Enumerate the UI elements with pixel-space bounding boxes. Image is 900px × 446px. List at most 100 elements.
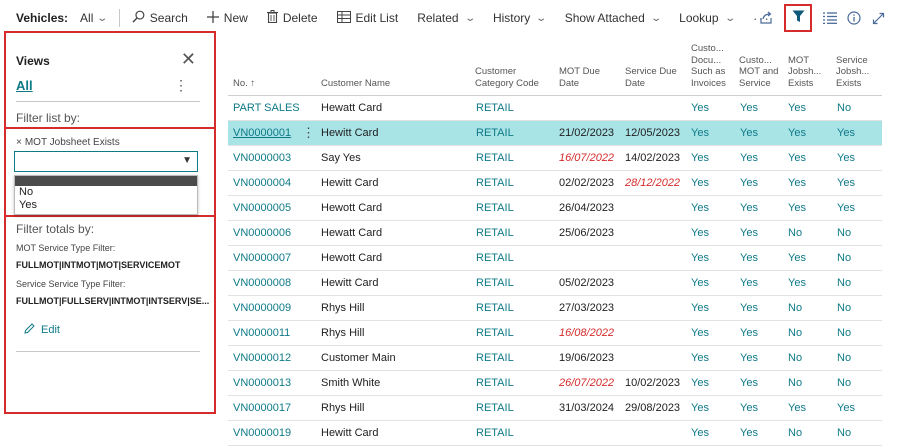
cell-docs[interactable]: Yes bbox=[691, 252, 709, 264]
col-header-customer-mot-and-service[interactable]: Custo... MOT and Service bbox=[739, 55, 779, 90]
cell-no[interactable]: VN0000019 bbox=[233, 427, 291, 439]
view-all-link[interactable]: All bbox=[16, 78, 33, 93]
table-row[interactable]: VN0000013 Smith White RETAIL 26/07/2022 10/0… bbox=[228, 371, 882, 396]
cell-no[interactable]: VN0000006 bbox=[233, 227, 291, 239]
cell-svcjob[interactable]: No bbox=[837, 327, 851, 339]
cell-docs[interactable]: Yes bbox=[691, 127, 709, 139]
cell-no[interactable]: VN0000013 bbox=[233, 377, 291, 389]
cell-docs[interactable]: Yes bbox=[691, 427, 709, 439]
cell-motsvc[interactable]: Yes bbox=[740, 252, 758, 264]
share-icon[interactable] bbox=[754, 6, 778, 30]
mot-service-type-filter-value[interactable]: FULLMOT|INTMOT|MOT|SERVICEMOT bbox=[16, 260, 180, 270]
info-icon[interactable] bbox=[842, 6, 866, 30]
cell-docs[interactable]: Yes bbox=[691, 227, 709, 239]
cell-cat[interactable]: RETAIL bbox=[476, 152, 514, 164]
edit-list-button[interactable]: Edit List bbox=[336, 10, 398, 26]
cell-no[interactable]: VN0000009 bbox=[233, 302, 291, 314]
cell-docs[interactable]: Yes bbox=[691, 177, 709, 189]
close-icon[interactable]: ✕ bbox=[181, 50, 196, 68]
cell-motjob[interactable]: Yes bbox=[788, 152, 806, 164]
cell-docs[interactable]: Yes bbox=[691, 277, 709, 289]
cell-svcjob[interactable]: No bbox=[837, 277, 851, 289]
table-row[interactable]: VN0000006 Hewatt Card RETAIL 25/06/2023 Yes Y… bbox=[228, 221, 882, 246]
view-more-icon[interactable]: ⋮ bbox=[174, 77, 188, 94]
col-header-customer-name[interactable]: Customer Name bbox=[321, 78, 390, 90]
cell-motjob[interactable]: Yes bbox=[788, 202, 806, 214]
dropdown-option-blank[interactable] bbox=[15, 176, 197, 186]
service-service-type-filter-value[interactable]: FULLMOT|FULLSERV|INTMOT|INTSERV|SE... bbox=[16, 296, 209, 306]
cell-motjob[interactable]: Yes bbox=[788, 402, 806, 414]
table-row[interactable]: VN0000007 Hewott Card RETAIL Yes Yes Yes No bbox=[228, 246, 882, 271]
history-menu[interactable]: History ⌄ bbox=[493, 11, 547, 25]
col-header-customer-documents[interactable]: Custo... Docu... Such as Invoices bbox=[691, 43, 731, 89]
cell-docs[interactable]: Yes bbox=[691, 377, 709, 389]
new-button[interactable]: New bbox=[206, 10, 248, 26]
cell-motjob[interactable]: No bbox=[788, 302, 802, 314]
delete-button[interactable]: Delete bbox=[266, 10, 318, 26]
cell-cat[interactable]: RETAIL bbox=[476, 127, 514, 139]
cell-no[interactable]: VN0000005 bbox=[233, 202, 291, 214]
cell-motjob[interactable]: Yes bbox=[788, 177, 806, 189]
filter-pane-toggle[interactable] bbox=[784, 4, 812, 32]
cell-motsvc[interactable]: Yes bbox=[740, 427, 758, 439]
cell-motjob[interactable]: No bbox=[788, 427, 802, 439]
table-row[interactable]: VN0000001 Hewitt Card RETAIL 21/02/2023 12/0… bbox=[228, 121, 882, 146]
cell-motsvc[interactable]: Yes bbox=[740, 227, 758, 239]
cell-motsvc[interactable]: Yes bbox=[740, 177, 758, 189]
cell-cat[interactable]: RETAIL bbox=[476, 177, 514, 189]
cell-cat[interactable]: RETAIL bbox=[476, 302, 514, 314]
cell-motsvc[interactable]: Yes bbox=[740, 102, 758, 114]
cell-cat[interactable]: RETAIL bbox=[476, 327, 514, 339]
table-row[interactable]: VN0000003 Say Yes RETAIL 16/07/2022 14/02/20… bbox=[228, 146, 882, 171]
cell-svcjob[interactable]: No bbox=[837, 427, 851, 439]
cell-motjob[interactable]: Yes bbox=[788, 252, 806, 264]
cell-motjob[interactable]: Yes bbox=[788, 277, 806, 289]
cell-docs[interactable]: Yes bbox=[691, 302, 709, 314]
col-header-mot-due-date[interactable]: MOT Due Date bbox=[559, 66, 611, 89]
cell-no[interactable]: VN0000008 bbox=[233, 277, 291, 289]
table-row[interactable]: VN0000009 Rhys Hill RETAIL 27/03/2023 Yes Yes… bbox=[228, 296, 882, 321]
show-attached-menu[interactable]: Show Attached ⌄ bbox=[565, 11, 662, 25]
cell-motjob[interactable]: No bbox=[788, 327, 802, 339]
cell-motjob[interactable]: No bbox=[788, 377, 802, 389]
cell-no[interactable]: VN0000007 bbox=[233, 252, 291, 264]
cell-cat[interactable]: RETAIL bbox=[476, 102, 514, 114]
cell-no[interactable]: VN0000003 bbox=[233, 152, 291, 164]
cell-motsvc[interactable]: Yes bbox=[740, 402, 758, 414]
cell-svcjob[interactable]: No bbox=[837, 302, 851, 314]
table-row[interactable]: VN0000011 Rhys Hill RETAIL 16/08/2022 Yes Yes… bbox=[228, 321, 882, 346]
table-row[interactable]: VN0000012 Customer Main RETAIL 19/06/2023 Ye… bbox=[228, 346, 882, 371]
cell-cat[interactable]: RETAIL bbox=[476, 402, 514, 414]
cell-motsvc[interactable]: Yes bbox=[740, 352, 758, 364]
cell-docs[interactable]: Yes bbox=[691, 327, 709, 339]
cell-motsvc[interactable]: Yes bbox=[740, 302, 758, 314]
cell-svcjob[interactable]: No bbox=[837, 102, 851, 114]
col-header-service-due-date[interactable]: Service Due Date bbox=[625, 66, 680, 89]
cell-no[interactable]: PART SALES bbox=[233, 102, 300, 114]
cell-cat[interactable]: RETAIL bbox=[476, 427, 514, 439]
row-actions-icon[interactable]: ⋮ bbox=[302, 125, 315, 141]
cell-svcjob[interactable]: No bbox=[837, 227, 851, 239]
cell-motsvc[interactable]: Yes bbox=[740, 327, 758, 339]
cell-svcjob[interactable]: Yes bbox=[837, 152, 855, 164]
cell-motsvc[interactable]: Yes bbox=[740, 377, 758, 389]
col-header-no[interactable]: No. ↑ bbox=[233, 78, 255, 90]
cell-motjob[interactable]: Yes bbox=[788, 127, 806, 139]
lookup-menu[interactable]: Lookup ⌄ bbox=[679, 11, 735, 25]
cell-svcjob[interactable]: Yes bbox=[837, 202, 855, 214]
filter-value-select[interactable]: ▼ bbox=[14, 151, 198, 172]
dropdown-option-no[interactable]: No bbox=[15, 186, 197, 199]
cell-svcjob[interactable]: No bbox=[837, 352, 851, 364]
table-row[interactable]: VN0000004 Hewitt Card RETAIL 02/02/2023 28/1… bbox=[228, 171, 882, 196]
cell-docs[interactable]: Yes bbox=[691, 202, 709, 214]
search-button[interactable]: Search bbox=[132, 10, 188, 26]
cell-docs[interactable]: Yes bbox=[691, 352, 709, 364]
cell-docs[interactable]: Yes bbox=[691, 402, 709, 414]
table-row[interactable]: VN0000019 Hewitt Card RETAIL Yes Yes No No bbox=[228, 421, 882, 446]
cell-cat[interactable]: RETAIL bbox=[476, 202, 514, 214]
table-row[interactable]: VN0000017 Rhys Hill RETAIL 31/03/2024 29/08/… bbox=[228, 396, 882, 421]
edit-totals-button[interactable]: Edit bbox=[24, 323, 60, 337]
cell-motsvc[interactable]: Yes bbox=[740, 277, 758, 289]
cell-motjob[interactable]: Yes bbox=[788, 102, 806, 114]
expand-icon[interactable] bbox=[866, 6, 890, 30]
